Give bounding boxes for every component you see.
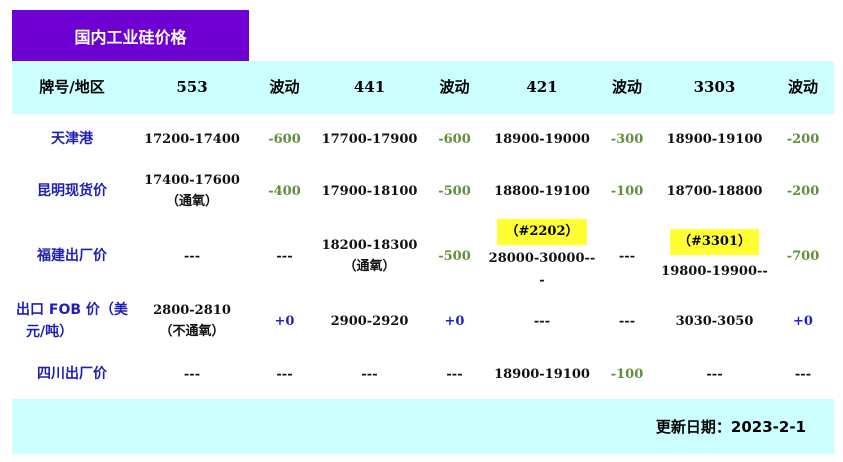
change-553: +0: [274, 313, 295, 329]
price-value: 28000-30000--: [488, 250, 596, 266]
header-change-441: 波动: [439, 78, 470, 96]
change-441: +0: [444, 313, 465, 329]
price-421: ---: [533, 313, 551, 329]
price-441: 17900-18100: [321, 183, 418, 199]
price-553: 17400-17600 （通氧）: [132, 170, 252, 212]
price-3303: 18900-19100: [666, 131, 763, 147]
price-553: 2800-2810 （不通氧）: [132, 298, 252, 344]
change-3303: +0: [793, 313, 813, 329]
price-421: 18800-19100: [494, 183, 590, 199]
price-value-wrap: -: [539, 272, 545, 288]
grade-tag-highlight: （#3301）: [669, 229, 760, 255]
price-441: 17700-17900: [321, 131, 418, 147]
price-value: 19800-19900--: [661, 264, 768, 279]
table-header-row: 牌号/地区 553 波动 441 波动 421 波动 3303 波动: [12, 61, 834, 114]
price-value: 2800-2810: [153, 303, 231, 318]
price-note: （通氧）: [343, 259, 396, 274]
change-553: -400: [268, 183, 301, 199]
header-change-553: 波动: [269, 78, 300, 96]
price-441: ---: [361, 366, 378, 382]
update-date: 更新日期：2023-2-1: [655, 418, 806, 436]
table-title: 国内工业硅价格: [12, 10, 249, 61]
price-3303: （#3301） 19800-19900--: [657, 228, 772, 284]
change-421: -100: [610, 366, 644, 382]
change-421: -100: [610, 183, 644, 199]
change-421: -300: [610, 131, 644, 147]
price-note: （不通氧）: [159, 324, 225, 339]
price-3303: 3030-3050: [675, 313, 754, 329]
price-note: （通氧）: [165, 194, 218, 209]
price-441: 18200-18300 （通氧）: [317, 234, 422, 278]
table-footer: 更新日期：2023-2-1: [12, 399, 834, 454]
price-3303: 18700-18800: [666, 183, 763, 199]
price-441: 2900-2920: [330, 313, 409, 329]
row-region-line2: 元/吨）: [26, 324, 74, 340]
grade-tag-highlight: （#2202）: [497, 218, 587, 245]
change-441: -600: [438, 131, 471, 147]
header-3303: 3303: [693, 78, 736, 96]
price-value: 18200-18300: [321, 238, 418, 253]
row-region-line1: 出口 FOB 价（美: [16, 302, 128, 318]
change-441: -500: [438, 183, 471, 199]
price-553: ---: [183, 248, 201, 264]
row-region: 昆明现货价: [37, 182, 107, 199]
price-553: 17200-17400: [144, 131, 240, 147]
header-change-3303: 波动: [787, 78, 818, 96]
change-421: ---: [618, 248, 636, 264]
price-421: 18900-19000: [494, 131, 590, 147]
price-553: ---: [183, 366, 201, 382]
change-441: ---: [446, 366, 463, 382]
header-change-421: 波动: [611, 78, 642, 96]
change-421: ---: [618, 313, 636, 329]
price-421: 18900-19100: [494, 366, 590, 382]
change-3303: -200: [786, 183, 820, 199]
header-553: 553: [176, 78, 208, 96]
row-region: 福建出厂价: [37, 247, 107, 264]
header-region: 牌号/地区: [39, 78, 105, 96]
change-553: ---: [276, 248, 293, 264]
change-3303: -700: [786, 248, 820, 264]
price-3303: ---: [706, 366, 723, 382]
row-region: 出口 FOB 价（美 元/吨）: [12, 298, 132, 344]
price-value: 17400-17600: [144, 173, 240, 188]
change-441: -500: [438, 248, 471, 264]
change-3303: ---: [794, 366, 812, 382]
header-421: 421: [526, 78, 558, 96]
header-441: 441: [353, 78, 386, 96]
change-553: -600: [268, 131, 301, 147]
price-421: （#2202） 28000-30000-- -: [487, 218, 597, 292]
change-3303: -200: [786, 131, 820, 147]
row-region: 四川出厂价: [37, 365, 107, 382]
row-region: 天津港: [51, 130, 93, 147]
change-553: ---: [276, 366, 293, 382]
